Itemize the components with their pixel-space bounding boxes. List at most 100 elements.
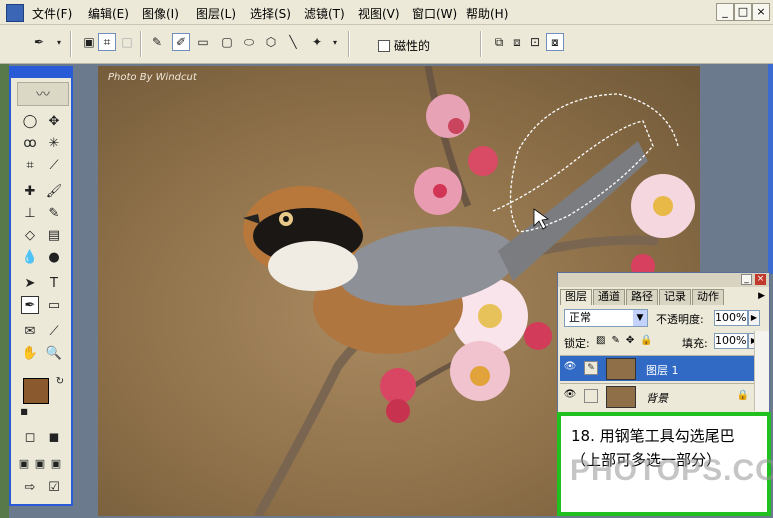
opacity-slider-arrow-icon[interactable]: ▶ bbox=[748, 310, 760, 326]
dodge-tool-icon[interactable]: ● bbox=[45, 248, 63, 266]
fill-pixels-icon[interactable]: □ bbox=[118, 33, 136, 51]
zoom-tool-icon[interactable]: 🔍 bbox=[45, 344, 63, 362]
fill-input[interactable]: 100% bbox=[714, 333, 748, 349]
opacity-label: 不透明度: bbox=[656, 313, 704, 326]
marquee-tool-icon[interactable]: ◯ bbox=[21, 112, 39, 130]
hand-tool-icon[interactable]: ✋ bbox=[21, 344, 39, 362]
rounded-rect-icon[interactable]: ▢ bbox=[218, 33, 236, 51]
brush-tool-icon[interactable]: 🖌 bbox=[45, 182, 63, 200]
shape-dropdown-icon[interactable]: ▾ bbox=[326, 33, 344, 51]
standard-mode-icon[interactable]: ◻ bbox=[21, 428, 39, 446]
swap-colors-icon[interactable]: ↻ bbox=[51, 372, 69, 390]
magnetic-checkbox[interactable]: 磁性的 bbox=[378, 37, 430, 54]
tab-actions[interactable]: 动作 bbox=[692, 289, 724, 305]
crop-tool-icon[interactable]: ⌗ bbox=[21, 156, 39, 174]
lock-icons: ▨ ✎ ✥ 🔒 bbox=[596, 335, 653, 346]
layer-row-background[interactable]: 👁 背景 🔒 bbox=[560, 383, 755, 409]
layer-name: 图层 1 bbox=[646, 364, 679, 377]
shape-layer-icon[interactable]: ▣ bbox=[80, 33, 98, 51]
toolbox-titlebar[interactable] bbox=[11, 68, 71, 78]
magic-wand-icon[interactable]: ✳ bbox=[45, 134, 63, 152]
eye-icon[interactable]: 👁 bbox=[563, 361, 577, 375]
custom-shape-icon[interactable]: ✦ bbox=[308, 33, 326, 51]
watermark: PHOTOPS.COM bbox=[570, 454, 773, 487]
pen-tool-icon[interactable]: ✒ bbox=[21, 296, 39, 314]
palette-close-button[interactable]: × bbox=[755, 274, 766, 285]
menu-layer[interactable]: 图层(L) bbox=[196, 5, 236, 22]
restore-button[interactable]: □ bbox=[734, 3, 752, 21]
menu-help[interactable]: 帮助(H) bbox=[466, 5, 508, 22]
foreground-color-swatch[interactable] bbox=[23, 378, 49, 404]
eraser-tool-icon[interactable]: ◇ bbox=[21, 226, 39, 244]
quick-mask-icon[interactable]: ◼ bbox=[45, 428, 63, 446]
photoshop-feather-icon[interactable]: 〰 bbox=[17, 82, 69, 106]
chevron-down-icon[interactable]: ▼ bbox=[633, 310, 647, 326]
minimize-button[interactable]: _ bbox=[716, 3, 734, 21]
menu-select[interactable]: 选择(S) bbox=[250, 5, 291, 22]
rectangle-shape-icon[interactable]: ▭ bbox=[194, 33, 212, 51]
gradient-tool-icon[interactable]: ▤ bbox=[45, 226, 63, 244]
toolbox: 〰 ◯ ✥ ꝏ ✳ ⌗ ⟋ ✚ 🖌 ⊥ ✎ ◇ ▤ 💧 ● ➤ T ✒ ▭ ✉ … bbox=[9, 66, 73, 506]
tool-preset-dropdown-icon[interactable]: ▾ bbox=[50, 33, 68, 51]
slice-tool-icon[interactable]: ⟋ bbox=[45, 156, 63, 174]
opacity-input[interactable]: 100% bbox=[714, 310, 748, 326]
palette-scrollbar[interactable] bbox=[754, 331, 769, 411]
menu-bar: 文件(F) 编辑(E) 图像(I) 图层(L) 选择(S) 滤镜(T) 视图(V… bbox=[0, 0, 773, 25]
blur-tool-icon[interactable]: 💧 bbox=[21, 248, 39, 266]
tab-layers[interactable]: 图层 bbox=[560, 289, 592, 305]
lock-all-icon[interactable]: 🔒 bbox=[640, 335, 652, 346]
imageready-icon[interactable]: ☑ bbox=[45, 478, 63, 496]
menu-edit[interactable]: 编辑(E) bbox=[88, 5, 129, 22]
fill-label: 填充: bbox=[682, 337, 708, 350]
type-tool-icon[interactable]: T bbox=[45, 274, 63, 292]
menu-filter[interactable]: 滤镜(T) bbox=[304, 5, 345, 22]
eyedropper-icon[interactable]: ⟋ bbox=[45, 322, 63, 340]
polygon-icon[interactable]: ⬡ bbox=[262, 33, 280, 51]
screen-mode-full-icon[interactable]: ▣ bbox=[47, 454, 65, 472]
line-icon[interactable]: ╲ bbox=[284, 33, 302, 51]
menu-image[interactable]: 图像(I) bbox=[142, 5, 179, 22]
brush-link-icon[interactable]: ✎ bbox=[584, 361, 598, 375]
jump-to-imageready-icon[interactable]: ⇨ bbox=[21, 478, 39, 496]
lock-position-icon[interactable]: ✥ bbox=[626, 335, 634, 346]
menu-file[interactable]: 文件(F) bbox=[32, 5, 72, 22]
blend-mode-select[interactable]: 正常 ▼ bbox=[564, 309, 648, 327]
lock-transparency-icon[interactable]: ▨ bbox=[596, 335, 605, 346]
menu-window[interactable]: 窗口(W) bbox=[412, 5, 457, 22]
palette-minimize-button[interactable]: _ bbox=[741, 274, 752, 285]
pen-icon[interactable]: ✎ bbox=[148, 33, 166, 51]
lock-paint-icon[interactable]: ✎ bbox=[611, 335, 619, 346]
close-button[interactable]: × bbox=[752, 3, 770, 21]
add-path-icon[interactable]: ⧉ bbox=[490, 33, 508, 51]
photoshop-app-icon[interactable] bbox=[6, 4, 24, 22]
path-selection-icon[interactable]: ➤ bbox=[21, 274, 39, 292]
lasso-tool-icon[interactable]: ꝏ bbox=[21, 134, 39, 152]
blend-mode-value: 正常 bbox=[569, 311, 591, 324]
pen-tool-icon[interactable]: ✒ bbox=[30, 33, 48, 51]
tab-history[interactable]: 记录 bbox=[659, 289, 691, 305]
eye-icon[interactable]: 👁 bbox=[563, 389, 577, 403]
path-mode-icon[interactable]: ⌗ bbox=[98, 33, 116, 51]
layer-row-layer1[interactable]: 👁 ✎ 图层 1 bbox=[560, 355, 755, 381]
tab-paths[interactable]: 路径 bbox=[626, 289, 658, 305]
palette-tabs: 图层 通道 路径 记录 动作 bbox=[560, 289, 725, 305]
freeform-pen-icon[interactable]: ✐ bbox=[172, 33, 190, 51]
palette-titlebar[interactable]: _ × bbox=[558, 273, 769, 287]
subtract-path-icon[interactable]: ⧈ bbox=[508, 33, 526, 51]
intersect-path-icon[interactable]: ⊡ bbox=[526, 33, 544, 51]
move-tool-icon[interactable]: ✥ bbox=[45, 112, 63, 130]
brush-link-icon[interactable] bbox=[584, 389, 598, 403]
menu-view[interactable]: 视图(V) bbox=[358, 5, 400, 22]
clone-stamp-icon[interactable]: ⊥ bbox=[21, 204, 39, 222]
palette-menu-icon[interactable]: ▶ bbox=[758, 291, 765, 301]
default-colors-icon[interactable]: ■ bbox=[15, 402, 33, 420]
exclude-path-icon[interactable]: ⧇ bbox=[546, 33, 564, 51]
options-bar: ✒ ▾ ▣ ⌗ □ ✎ ✐ ▭ ▢ ⬭ ⬡ ╲ ✦ ▾ 磁性的 ⧉ ⧈ ⊡ ⧇ bbox=[0, 25, 773, 64]
healing-brush-icon[interactable]: ✚ bbox=[21, 182, 39, 200]
notes-tool-icon[interactable]: ✉ bbox=[21, 322, 39, 340]
history-brush-icon[interactable]: ✎ bbox=[45, 204, 63, 222]
ellipse-icon[interactable]: ⬭ bbox=[240, 33, 258, 51]
shape-tool-icon[interactable]: ▭ bbox=[45, 296, 63, 314]
tab-channels[interactable]: 通道 bbox=[593, 289, 625, 305]
checkbox-icon[interactable] bbox=[378, 39, 390, 52]
